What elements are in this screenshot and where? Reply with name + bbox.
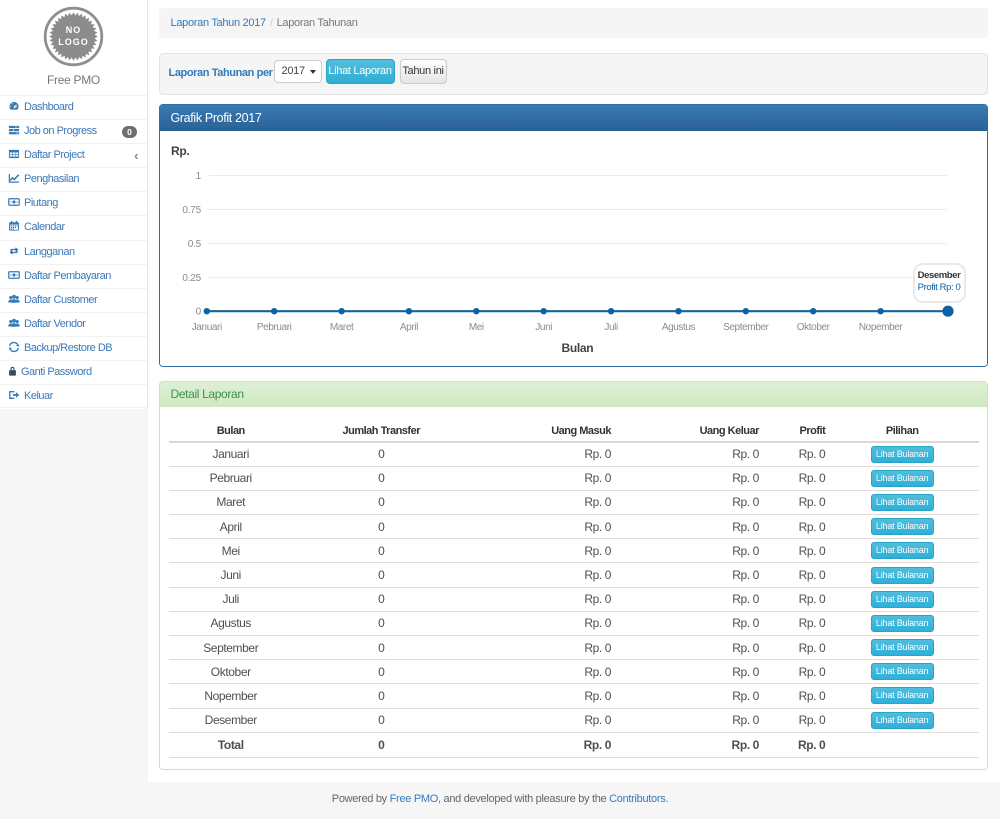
svg-text:April: April [399, 322, 417, 333]
svg-text:Rp.: Rp. [171, 144, 189, 158]
svg-text:Maret: Maret [329, 322, 353, 333]
svg-text:1: 1 [195, 171, 201, 182]
svg-text:Januari: Januari [191, 322, 221, 333]
svg-text:Mei: Mei [468, 322, 483, 333]
svg-text:Pebruari: Pebruari [256, 322, 291, 333]
svg-text:Juli: Juli [604, 322, 618, 333]
svg-text:Bulan: Bulan [561, 341, 593, 355]
svg-text:0.75: 0.75 [182, 205, 201, 216]
svg-text:NO: NO [66, 25, 82, 35]
svg-text:Juni: Juni [535, 322, 552, 333]
svg-text:0: 0 [195, 307, 201, 318]
svg-text:0.5: 0.5 [187, 239, 201, 250]
svg-text:Agustus: Agustus [661, 322, 695, 333]
svg-text:Nopember: Nopember [858, 322, 903, 333]
svg-text:September: September [723, 322, 769, 333]
svg-text:LOGO: LOGO [58, 37, 89, 47]
svg-text:Oktober: Oktober [796, 322, 830, 333]
svg-text:0.25: 0.25 [182, 273, 201, 284]
